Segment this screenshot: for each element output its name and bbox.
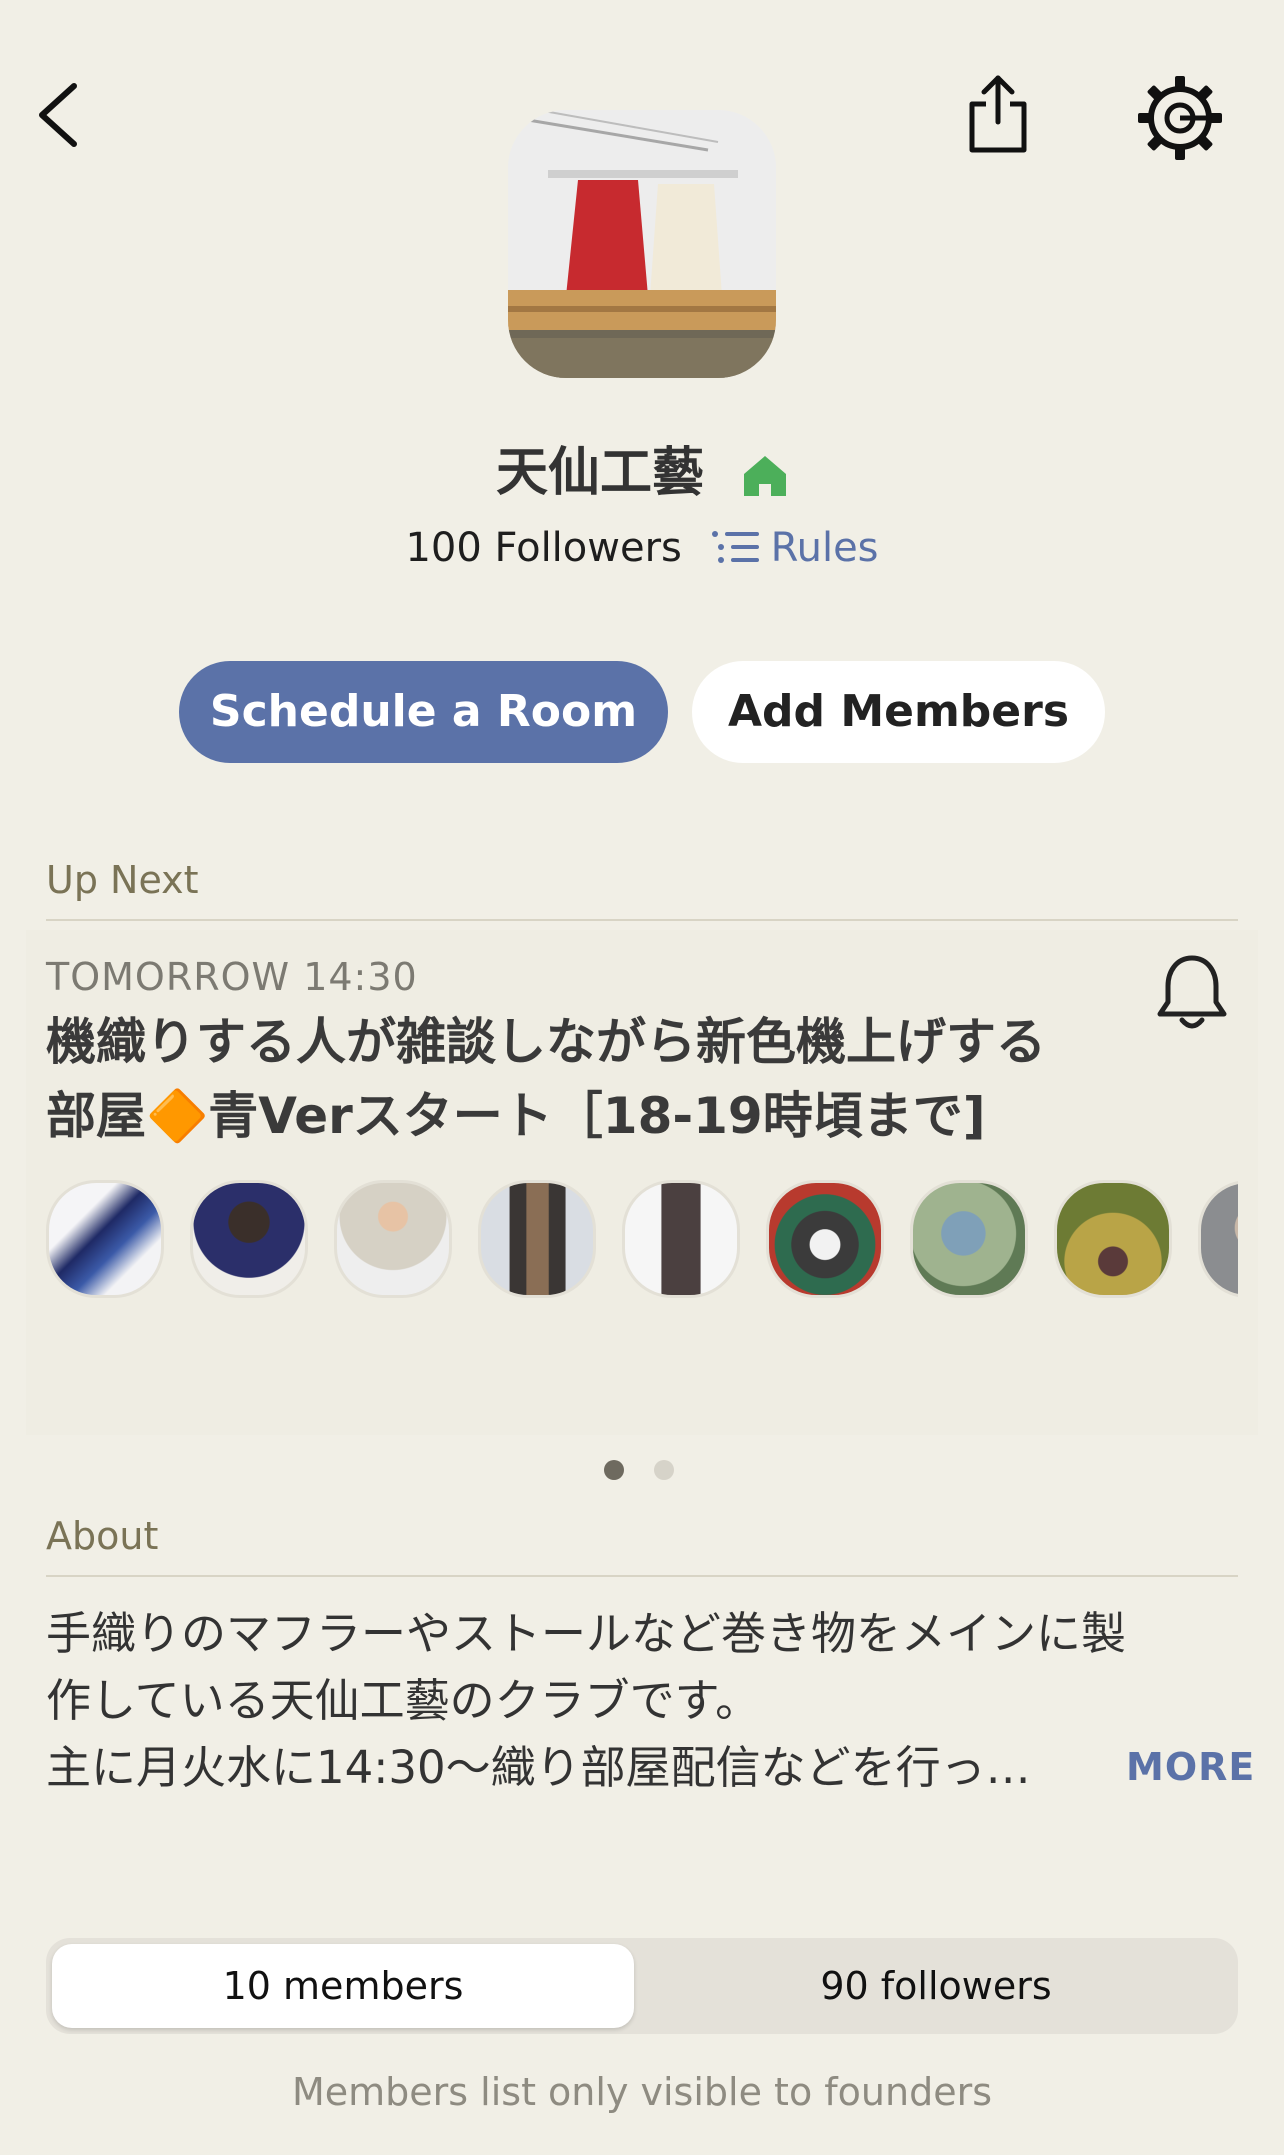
rules-link[interactable]: Rules xyxy=(711,525,879,571)
settings-gear-icon[interactable] xyxy=(1138,76,1222,160)
schedule-room-button[interactable]: Schedule a Room xyxy=(179,661,668,763)
avatar[interactable] xyxy=(622,1180,740,1298)
event-title-line: 部屋🔶青Verスタート［18-19時頃まで] xyxy=(46,1087,986,1145)
avatar[interactable] xyxy=(334,1180,452,1298)
up-next-heading: Up Next xyxy=(46,858,199,902)
house-icon xyxy=(744,456,787,496)
avatar[interactable] xyxy=(46,1180,164,1298)
about-line: 主に月火水に14:30〜織り部屋配信などを行っ… xyxy=(46,1741,1031,1794)
event-time: TOMORROW 14:30 xyxy=(46,955,418,999)
followers-count[interactable]: 100 Followers xyxy=(405,525,681,571)
page-dot[interactable] xyxy=(654,1460,674,1480)
club-photo xyxy=(508,110,776,378)
members-visibility-note: Members list only visible to founders xyxy=(291,2070,992,2114)
followers-tab[interactable]: 90 followers xyxy=(640,1944,1232,2028)
club-stats: 100 Followers Rules xyxy=(0,525,1284,571)
about-line: 作している天仙工藝のクラブです。 xyxy=(46,1674,761,1727)
list-icon xyxy=(711,531,759,563)
avatar[interactable] xyxy=(478,1180,596,1298)
avatar[interactable] xyxy=(910,1180,1028,1298)
avatar[interactable] xyxy=(766,1180,884,1298)
about-divider xyxy=(46,1575,1238,1577)
event-title-line: 機織りする人が雑談しながら新色機上げする xyxy=(46,1013,1046,1071)
event-title[interactable]: 機織りする人が雑談しながら新色機上げする 部屋🔶青Verスタート［18-19時頃… xyxy=(46,1005,1156,1153)
rules-label: Rules xyxy=(770,525,879,571)
up-next-divider xyxy=(46,919,1238,921)
add-members-button[interactable]: Add Members xyxy=(692,661,1105,763)
page-indicator xyxy=(604,1460,704,1484)
avatar[interactable] xyxy=(1198,1180,1238,1298)
about-line: 手織りのマフラーやストールなど巻き物をメインに製 xyxy=(46,1607,1127,1660)
about-description: 手織りのマフラーやストールなど巻き物をメインに製 作している天仙工藝のクラブです… xyxy=(46,1600,1238,1801)
members-tab[interactable]: 10 members xyxy=(52,1944,634,2028)
back-chevron-icon[interactable] xyxy=(30,80,90,150)
event-speakers xyxy=(46,1180,1238,1304)
more-button[interactable]: MORE xyxy=(1126,1745,1255,1789)
avatar[interactable] xyxy=(190,1180,308,1298)
club-name-row: 天仙工藝 xyxy=(0,430,1284,505)
share-icon[interactable] xyxy=(962,70,1034,156)
bell-icon[interactable] xyxy=(1154,952,1230,1034)
club-name: 天仙工藝 xyxy=(495,443,704,503)
page-dot-active[interactable] xyxy=(604,1460,624,1480)
avatar[interactable] xyxy=(1054,1180,1172,1298)
about-heading: About xyxy=(46,1514,159,1558)
